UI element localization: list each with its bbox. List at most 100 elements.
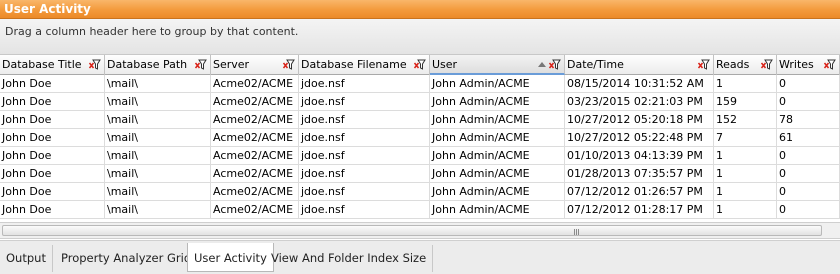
column-header-label: Database Title (2, 58, 82, 71)
column-header-label: Server (213, 58, 250, 71)
scrollbar-grip-icon (574, 225, 583, 235)
table-cell: jdoe.nsf (299, 111, 430, 129)
table-cell: John Doe (0, 165, 105, 183)
table-cell: 10/27/2012 05:22:48 PM (565, 129, 714, 147)
table-cell: 152 (714, 111, 777, 129)
table-cell: John Doe (0, 183, 105, 201)
table-row[interactable]: John Doe \mail\ Acme02/ACME jdoe.nsf John Ad… (0, 129, 840, 147)
table-cell: 0 (777, 75, 840, 93)
table-cell: John Doe (0, 93, 105, 111)
column-header-label: Database Path (107, 58, 188, 71)
horizontal-scrollbar[interactable] (0, 222, 840, 239)
table-row[interactable]: John Doe \mail\ Acme02/ACME jdoe.nsf John Ad… (0, 183, 840, 201)
table-cell: 07/12/2012 01:26:57 PM (565, 183, 714, 201)
column-header-server[interactable]: Server (211, 55, 299, 75)
tab-label: User Activity (194, 251, 267, 265)
filter-clear-icon[interactable] (195, 59, 207, 70)
table-cell: 1 (714, 147, 777, 165)
column-header-label: Date/Time (567, 58, 624, 71)
table-cell: 0 (777, 93, 840, 111)
table-cell: jdoe.nsf (299, 165, 430, 183)
table-cell: Acme02/ACME (211, 129, 299, 147)
table-cell: Acme02/ACME (211, 147, 299, 165)
tab-output[interactable]: Output (0, 245, 53, 272)
table-row[interactable]: John Doe \mail\ Acme02/ACME jdoe.nsf John Ad… (0, 165, 840, 183)
table-cell: John Doe (0, 201, 105, 219)
tab-property-analyzer-grid[interactable]: Property Analyzer Grid (55, 245, 199, 272)
table-cell: 0 (777, 201, 840, 219)
table-cell: John Admin/ACME (430, 129, 565, 147)
panel-title-bar: User Activity (0, 0, 840, 19)
filter-clear-icon[interactable] (549, 59, 561, 70)
table-cell: John Admin/ACME (430, 111, 565, 129)
table-cell: John Admin/ACME (430, 201, 565, 219)
table-cell: Acme02/ACME (211, 75, 299, 93)
table-cell: John Doe (0, 111, 105, 129)
panel-title: User Activity (4, 2, 91, 16)
table-cell: 01/10/2013 04:13:39 PM (565, 147, 714, 165)
column-header-date-time[interactable]: Date/Time (565, 55, 714, 75)
table-cell: John Doe (0, 147, 105, 165)
table-row[interactable]: John Doe \mail\ Acme02/ACME jdoe.nsf John Ad… (0, 111, 840, 129)
table-cell: 1 (714, 165, 777, 183)
table-cell: jdoe.nsf (299, 183, 430, 201)
table-cell: John Doe (0, 75, 105, 93)
filter-clear-icon[interactable] (698, 59, 710, 70)
table-cell: 1 (714, 183, 777, 201)
table-cell: 0 (777, 147, 840, 165)
table-cell: 7 (714, 129, 777, 147)
sort-ascending-icon (538, 62, 546, 67)
table-row[interactable]: John Doe \mail\ Acme02/ACME jdoe.nsf John Ad… (0, 147, 840, 165)
table-cell: Acme02/ACME (211, 93, 299, 111)
filter-clear-icon[interactable] (414, 59, 426, 70)
tab-label: Property Analyzer Grid (61, 251, 192, 265)
column-header-database-path[interactable]: Database Path (105, 55, 211, 75)
tab-label: View And Folder Index Size (271, 251, 427, 265)
column-header-database-title[interactable]: Database Title (0, 55, 105, 75)
table-cell: John Doe (0, 129, 105, 147)
table-cell: 159 (714, 93, 777, 111)
table-cell: \mail\ (105, 201, 211, 219)
group-by-hint: Drag a column header here to group by th… (5, 25, 299, 38)
table-cell: John Admin/ACME (430, 183, 565, 201)
table-cell: jdoe.nsf (299, 201, 430, 219)
group-by-panel[interactable]: Drag a column header here to group by th… (0, 19, 840, 55)
table-cell: \mail\ (105, 165, 211, 183)
table-cell: Acme02/ACME (211, 165, 299, 183)
filter-clear-icon[interactable] (89, 59, 101, 70)
filter-clear-icon[interactable] (761, 59, 773, 70)
table-row[interactable]: John Doe \mail\ Acme02/ACME jdoe.nsf John Ad… (0, 93, 840, 111)
table-cell: John Admin/ACME (430, 165, 565, 183)
scrollbar-thumb[interactable] (2, 225, 822, 236)
table-cell: \mail\ (105, 129, 211, 147)
column-header-writes[interactable]: Writes (777, 55, 840, 75)
table-cell: 07/12/2012 01:28:17 PM (565, 201, 714, 219)
table-cell: Acme02/ACME (211, 111, 299, 129)
filter-clear-icon[interactable] (824, 59, 836, 70)
table-cell: \mail\ (105, 183, 211, 201)
table-cell: Acme02/ACME (211, 183, 299, 201)
activity-grid: Database Title Database Path Server Databas… (0, 55, 840, 222)
table-cell: \mail\ (105, 75, 211, 93)
tab-label: Output (6, 251, 46, 265)
table-cell: 1 (714, 201, 777, 219)
tab-user-activity[interactable]: User Activity (187, 243, 274, 272)
table-cell: \mail\ (105, 93, 211, 111)
table-row[interactable]: John Doe \mail\ Acme02/ACME jdoe.nsf John Ad… (0, 75, 840, 93)
table-cell: John Admin/ACME (430, 75, 565, 93)
table-cell: 08/15/2014 10:31:52 AM (565, 75, 714, 93)
table-cell: \mail\ (105, 147, 211, 165)
column-header-user[interactable]: User (430, 55, 565, 75)
table-row[interactable]: John Doe \mail\ Acme02/ACME jdoe.nsf John Ad… (0, 201, 840, 219)
column-header-label: Reads (716, 58, 750, 71)
column-header-reads[interactable]: Reads (714, 55, 777, 75)
table-cell: 01/28/2013 07:35:57 PM (565, 165, 714, 183)
tab-view-and-folder-index-size[interactable]: View And Folder Index Size (265, 245, 434, 272)
table-cell: jdoe.nsf (299, 129, 430, 147)
column-header-database-filename[interactable]: Database Filename (299, 55, 430, 75)
table-cell: 0 (777, 183, 840, 201)
table-cell: 78 (777, 111, 840, 129)
column-header-label: User (432, 58, 458, 71)
filter-clear-icon[interactable] (283, 59, 295, 70)
table-cell: Acme02/ACME (211, 201, 299, 219)
